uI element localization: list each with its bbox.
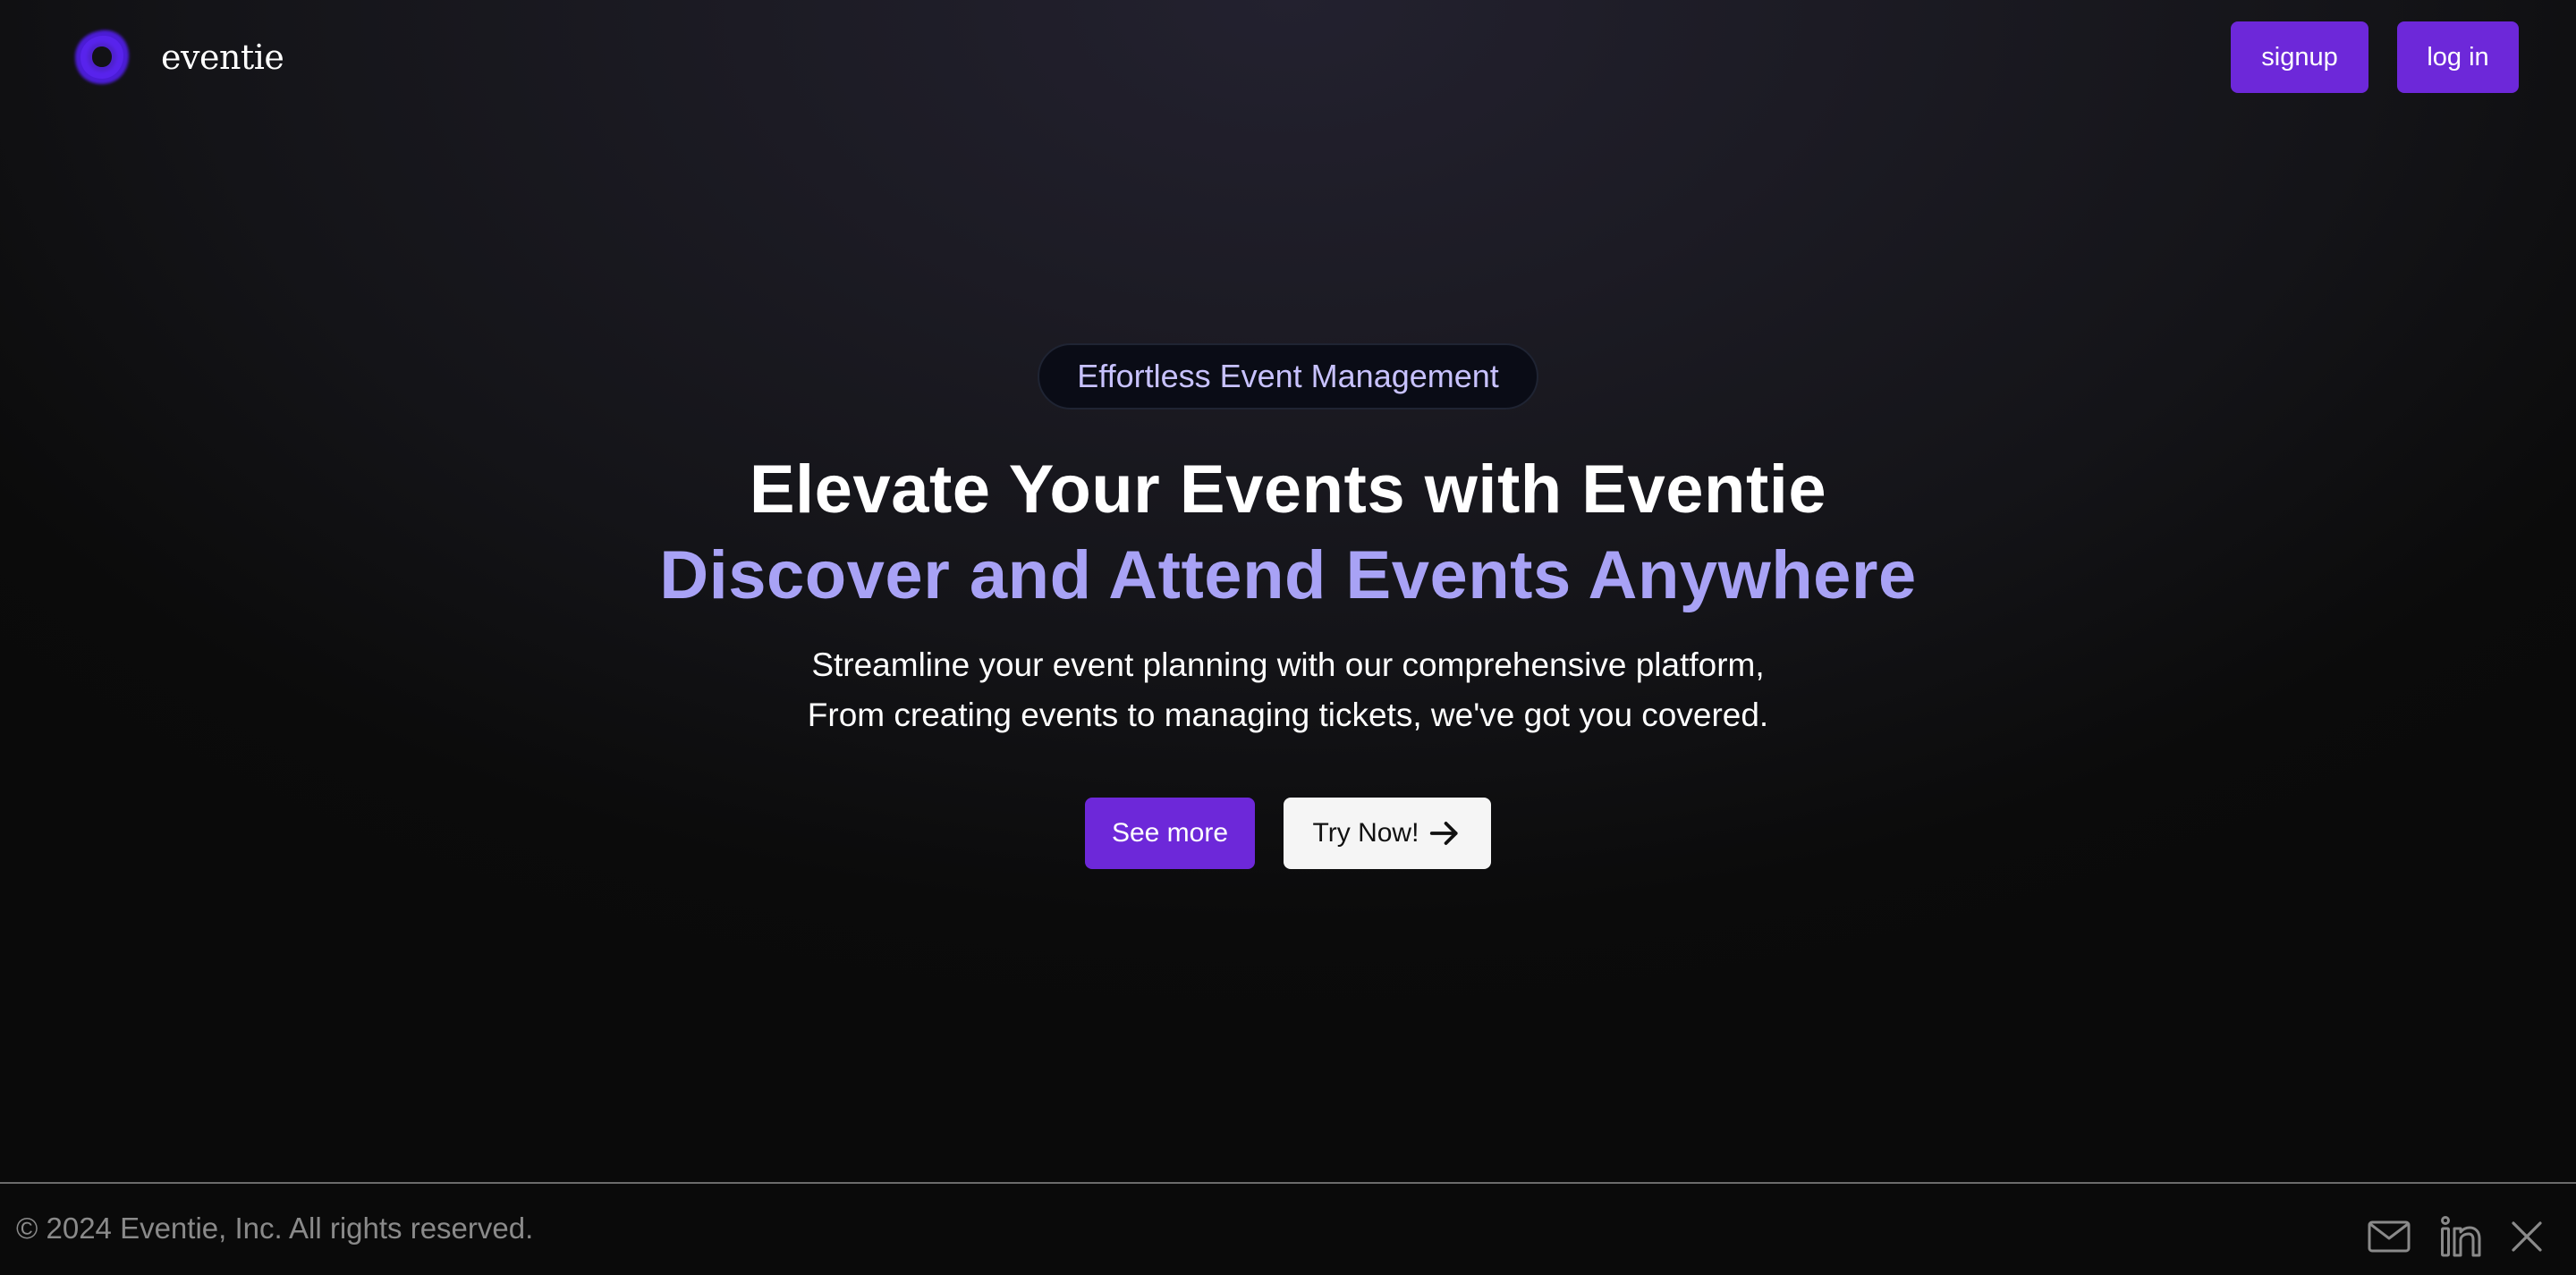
try-now-label: Try Now! xyxy=(1312,818,1419,848)
signup-button[interactable]: signup xyxy=(2231,21,2368,93)
try-now-button[interactable]: Try Now! xyxy=(1284,798,1491,869)
linkedin-icon[interactable] xyxy=(2438,1214,2483,1259)
brand-name[interactable]: eventie xyxy=(161,34,284,80)
x-icon[interactable] xyxy=(2504,1214,2549,1259)
mail-icon[interactable] xyxy=(2367,1214,2411,1259)
hero-subheadline: Discover and Attend Events Anywhere xyxy=(659,537,1917,613)
ring-logo-icon[interactable] xyxy=(70,25,134,89)
arrow-right-icon xyxy=(1428,816,1462,850)
tagline-badge: Effortless Event Management xyxy=(1038,343,1538,410)
hero-description-line-1: Streamline your event planning with our … xyxy=(811,646,1765,683)
navbar: eventie signup log in xyxy=(0,0,2576,114)
see-more-button[interactable]: See more xyxy=(1085,798,1255,869)
copyright-text: © 2024 Eventie, Inc. All rights reserved… xyxy=(16,1212,534,1245)
hero-description-line-2: From creating events to managing tickets… xyxy=(807,697,1769,733)
login-button[interactable]: log in xyxy=(2397,21,2519,93)
hero-headline: Elevate Your Events with Eventie xyxy=(749,452,1827,528)
footer: © 2024 Eventie, Inc. All rights reserved… xyxy=(0,1182,2576,1275)
